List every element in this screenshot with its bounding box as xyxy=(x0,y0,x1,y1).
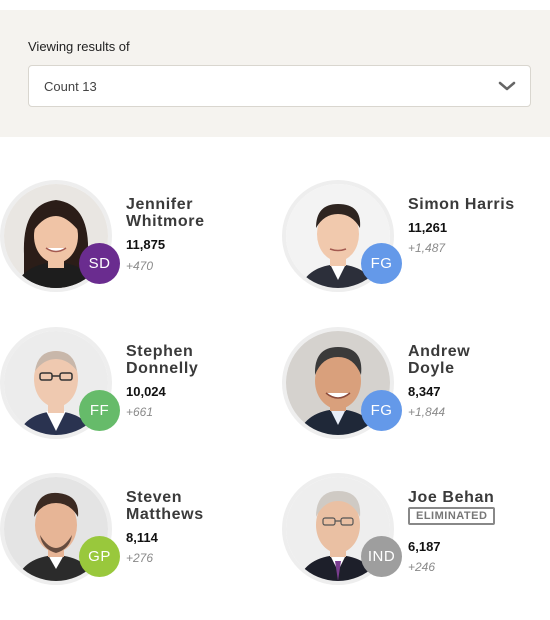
party-badge: FF xyxy=(79,390,120,431)
candidate-card[interactable]: GP Steven Matthews 8,114 +276 xyxy=(0,473,265,593)
candidate-votes: 11,875 xyxy=(126,237,166,252)
candidate-name-line1: Andrew xyxy=(408,343,471,360)
candidate-name: Jennifer Whitmore xyxy=(126,196,261,230)
party-badge: IND xyxy=(361,536,402,577)
candidate-transfer: +276 xyxy=(126,551,154,565)
candidate-transfer: +1,487 xyxy=(408,241,446,255)
candidate-name: Joe Behan xyxy=(408,489,543,506)
party-badge: GP xyxy=(79,536,120,577)
candidate-votes: 10,024 xyxy=(126,384,166,399)
candidate-card[interactable]: SD Jennifer Whitmore 11,875 +470 xyxy=(0,180,265,300)
candidate-name-line2: Doyle xyxy=(408,360,455,377)
candidate-name-line2: Matthews xyxy=(126,506,204,523)
candidate-name-line1: Simon Harris xyxy=(408,196,515,213)
candidate-name: Andrew Doyle xyxy=(408,343,543,377)
candidate-name-line1: Joe Behan xyxy=(408,489,495,506)
party-badge: FG xyxy=(361,390,402,431)
candidate-votes: 8,347 xyxy=(408,384,441,399)
chevron-down-icon xyxy=(498,81,516,91)
candidate-name: Stephen Donnelly xyxy=(126,343,261,377)
candidate-votes: 6,187 xyxy=(408,539,441,554)
party-badge: FG xyxy=(361,243,402,284)
candidate-transfer: +246 xyxy=(408,560,436,574)
filter-label: Viewing results of xyxy=(28,39,130,54)
candidate-name-line2: Whitmore xyxy=(126,213,205,230)
candidate-transfer: +661 xyxy=(126,405,154,419)
party-badge: SD xyxy=(79,243,120,284)
candidate-transfer: +1,844 xyxy=(408,405,446,419)
candidate-card[interactable]: FG Simon Harris 11,261 +1,487 xyxy=(282,180,547,300)
candidate-name-line1: Steven xyxy=(126,489,183,506)
candidate-votes: 8,114 xyxy=(126,530,158,545)
candidate-votes: 11,261 xyxy=(408,220,448,235)
candidate-name-line1: Jennifer xyxy=(126,196,194,213)
count-select-value: Count 13 xyxy=(44,79,97,94)
candidate-name: Simon Harris xyxy=(408,196,543,213)
candidate-transfer: +470 xyxy=(126,259,154,273)
count-select[interactable]: Count 13 xyxy=(28,65,531,107)
candidate-card[interactable]: FG Andrew Doyle 8,347 +1,844 xyxy=(282,327,547,447)
candidate-card[interactable]: IND Joe Behan ELIMINATED 6,187 +246 xyxy=(282,473,547,593)
candidate-name-line1: Stephen xyxy=(126,343,194,360)
candidate-card[interactable]: FF Stephen Donnelly 10,024 +661 xyxy=(0,327,265,447)
eliminated-badge: ELIMINATED xyxy=(408,507,496,525)
count-filter-panel: Viewing results of Count 13 xyxy=(0,10,550,137)
candidate-name: Steven Matthews xyxy=(126,489,261,523)
candidate-name-line2: Donnelly xyxy=(126,360,199,377)
